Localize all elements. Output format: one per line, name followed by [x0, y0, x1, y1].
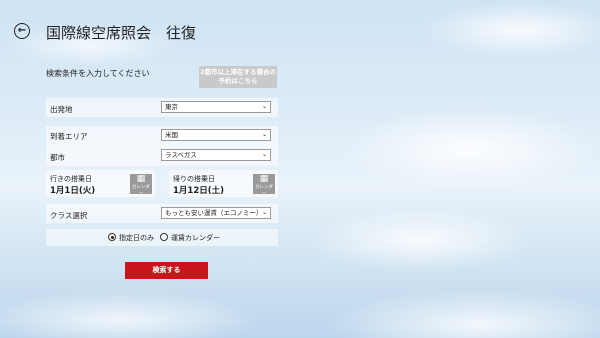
arrival-area-select[interactable]: 米国 ⌄ — [161, 129, 271, 141]
chevron-down-icon: ⌄ — [261, 131, 267, 138]
departure-label: 出発地 — [50, 105, 73, 114]
multi-city-button[interactable]: 2都市以上滞在する場合の予約はこちら — [199, 66, 277, 88]
departure-select[interactable]: 東京 ⌄ — [161, 101, 271, 113]
calendar-label: カレンダー — [132, 185, 150, 196]
city-label: 都市 — [50, 153, 65, 162]
outbound-date-box[interactable]: 行きの搭乗日 1月1日(火) ▦ カレンダー — [46, 170, 155, 197]
radio-specified-date[interactable] — [108, 233, 116, 241]
chevron-down-icon: ⌄ — [261, 209, 267, 216]
page-title: 国際線空席照会 往復 — [46, 24, 197, 42]
sky-background — [0, 0, 600, 338]
arrival-area-label: 到着エリア — [50, 132, 88, 141]
return-calendar-button[interactable]: ▦ カレンダー — [253, 174, 275, 196]
return-date-box[interactable]: 帰りの搭乗日 1月12日(土) ▦ カレンダー — [169, 170, 278, 197]
arrival-area-value: 米国 — [165, 131, 178, 139]
radio-fare-calendar-label[interactable]: 運賃カレンダー — [171, 233, 220, 243]
calendar-label: カレンダー — [255, 185, 273, 196]
calendar-icon: ▦ — [136, 174, 146, 184]
departure-value: 東京 — [165, 103, 178, 111]
return-date: 1月12日(土) — [173, 186, 225, 196]
search-button[interactable]: 検索する — [125, 262, 208, 279]
city-select[interactable]: ラスベガス ⌄ — [161, 149, 271, 161]
chevron-down-icon: ⌄ — [261, 103, 267, 110]
cabin-label: クラス選択 — [50, 211, 88, 220]
outbound-label: 行きの搭乗日 — [50, 175, 92, 183]
cabin-select[interactable]: もっとも安い運賃（エコノミー） ⌄ — [161, 207, 271, 219]
return-label: 帰りの搭乗日 — [173, 175, 215, 183]
cabin-value: もっとも安い運賃（エコノミー） — [165, 209, 263, 217]
chevron-down-icon: ⌄ — [261, 151, 267, 158]
outbound-date: 1月1日(火) — [50, 186, 96, 196]
outbound-calendar-button[interactable]: ▦ カレンダー — [130, 174, 152, 196]
back-arrow-icon[interactable]: ← — [14, 23, 30, 39]
departure-row: 出発地 東京 ⌄ — [46, 98, 278, 117]
destination-row: 到着エリア 米国 ⌄ 都市 ラスベガス ⌄ — [46, 126, 278, 166]
form-prompt: 検索条件を入力してください — [46, 69, 150, 78]
radio-fare-calendar[interactable] — [160, 233, 168, 241]
cabin-row: クラス選択 もっとも安い運賃（エコノミー） ⌄ — [46, 204, 278, 223]
date-mode-row: 指定日のみ 運賃カレンダー — [46, 229, 278, 246]
radio-specified-date-label[interactable]: 指定日のみ — [119, 233, 154, 243]
city-value: ラスベガス — [165, 151, 197, 159]
calendar-icon: ▦ — [259, 174, 269, 184]
